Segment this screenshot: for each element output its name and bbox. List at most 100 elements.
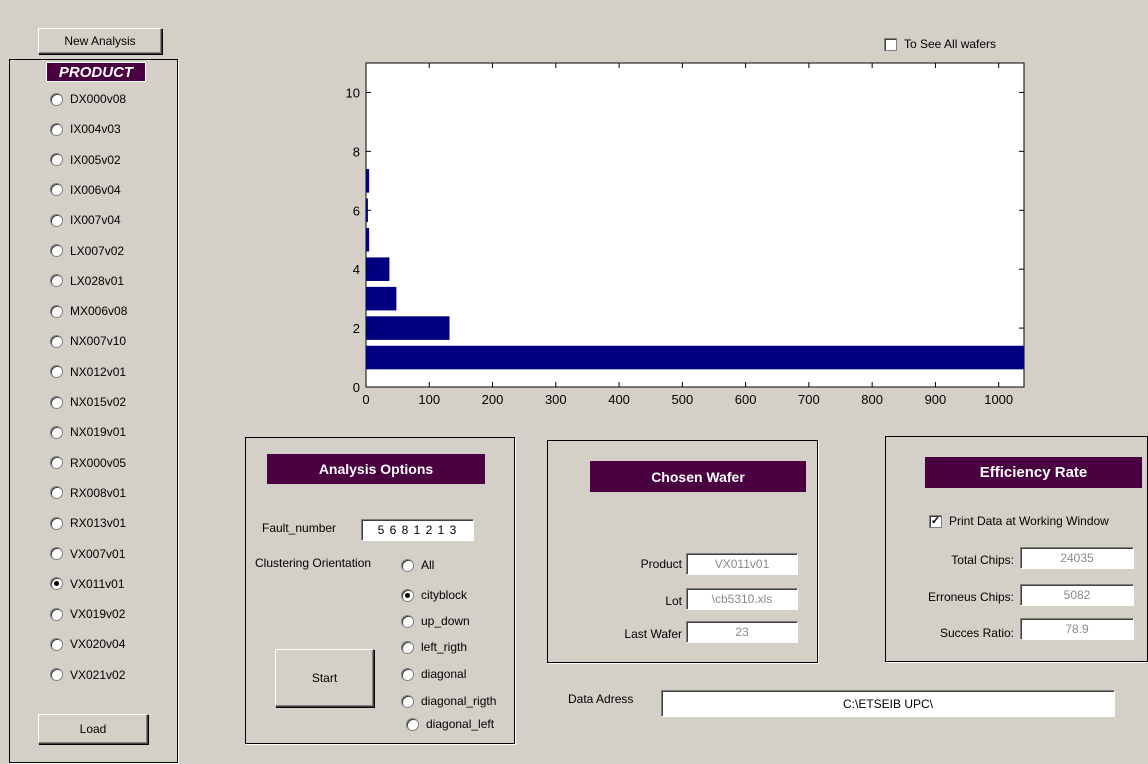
radio-button[interactable]	[401, 667, 414, 681]
y-tick-label: 2	[353, 321, 360, 336]
product-radio-label: RX013v01	[70, 516, 127, 531]
clustering-radio-all[interactable]: All	[401, 558, 434, 572]
bar-2	[366, 316, 450, 340]
radio-button[interactable]	[50, 577, 63, 591]
print-data-checkbox[interactable]: ✓ Print Data at Working Window	[929, 514, 1109, 528]
product-radio-lx007v02[interactable]: LX007v02	[50, 244, 124, 258]
radio-button[interactable]	[50, 486, 63, 500]
radio-button[interactable]	[50, 547, 63, 560]
radio-button[interactable]	[50, 304, 63, 318]
product-radio-nx007v10[interactable]: NX007v10	[50, 334, 126, 348]
clustering-orientation-label: Clustering Orientation	[255, 556, 372, 570]
radio-button[interactable]	[50, 274, 63, 288]
succes-ratio-value: 78.9	[1065, 622, 1089, 636]
product-radio-vx019v02[interactable]: VX019v02	[50, 607, 125, 621]
clustering-radio-label: left_rigth	[421, 640, 468, 654]
lot-field[interactable]: \cb5310.xls	[686, 588, 798, 610]
product-radio-nx012v01[interactable]: NX012v01	[50, 365, 126, 379]
radio-button[interactable]	[50, 516, 63, 530]
bar-3	[366, 286, 397, 311]
analysis-options-title-text: Analysis Options	[318, 461, 434, 477]
see-all-wafers-checkbox[interactable]: To See All wafers	[884, 37, 996, 51]
radio-button[interactable]	[50, 213, 63, 227]
product-radio-vx011v01[interactable]: VX011v01	[50, 577, 125, 591]
data-address-value: C:\ETSEIB UPC\	[842, 696, 934, 711]
product-radio-label: VX019v02	[70, 607, 126, 622]
product-radio-label: NX012v01	[70, 364, 127, 379]
product-radio-ix006v04[interactable]: IX006v04	[50, 183, 121, 197]
see-all-checkbox-box[interactable]	[884, 37, 897, 51]
product-radio-lx028v01[interactable]: LX028v01	[50, 274, 124, 288]
y-tick-label: 4	[353, 262, 360, 277]
clustering-radio-left-rigth[interactable]: left_rigth	[401, 640, 467, 654]
radio-button[interactable]	[50, 395, 63, 409]
x-tick-label: 1000	[984, 392, 1013, 407]
fault-number-label: Fault_number	[262, 521, 337, 535]
x-tick-label: 300	[545, 392, 567, 407]
product-radio-nx019v01[interactable]: NX019v01	[50, 425, 126, 439]
clustering-radio-cityblock[interactable]: cityblock	[401, 588, 467, 602]
radio-button[interactable]	[50, 365, 63, 379]
bar-5	[366, 227, 370, 252]
radio-button[interactable]	[401, 640, 414, 654]
product-radio-vx020v04[interactable]: VX020v04	[50, 637, 125, 651]
succes-ratio-field[interactable]: 78.9	[1020, 618, 1134, 640]
product-field[interactable]: VX011v01	[686, 553, 798, 575]
clustering-radio-diagonal[interactable]: diagonal	[401, 667, 466, 681]
radio-button[interactable]	[50, 456, 63, 470]
last-wafer-field[interactable]: 23	[686, 621, 798, 643]
radio-button[interactable]	[50, 122, 63, 136]
product-radio-mx006v08[interactable]: MX006v08	[50, 304, 127, 318]
product-radio-dx000v08[interactable]: DX000v08	[50, 92, 126, 106]
product-radio-label: MX006v08	[70, 304, 128, 319]
total-chips-value: 24035	[1060, 551, 1094, 565]
radio-button[interactable]	[50, 183, 63, 197]
radio-button[interactable]	[401, 558, 414, 572]
radio-button[interactable]	[50, 425, 63, 439]
load-label: Load	[79, 722, 107, 736]
radio-button[interactable]	[50, 637, 63, 651]
fault-bar-chart: 0 100 200 300 400 500 600 700 800 900 1000 0 2 4 6 8 10	[346, 62, 1025, 407]
radio-button[interactable]	[401, 588, 414, 602]
fault-number-value: 5 6 8 1 2 1 3	[377, 523, 458, 537]
radio-button[interactable]	[50, 244, 63, 257]
radio-button[interactable]	[401, 614, 414, 628]
product-radio-rx013v01[interactable]: RX013v01	[50, 516, 126, 530]
load-button[interactable]: Load	[38, 714, 148, 744]
product-radio-label: NX007v10	[70, 334, 127, 349]
x-tick-label: 0	[362, 392, 369, 407]
product-radio-vx021v02[interactable]: VX021v02	[50, 668, 125, 682]
clustering-radio-diagonal-left[interactable]: diagonal_left	[406, 717, 494, 731]
clustering-radio-up-down[interactable]: up_down	[401, 614, 470, 628]
product-radio-nx015v02[interactable]: NX015v02	[50, 395, 126, 409]
erroneus-chips-field[interactable]: 5082	[1020, 584, 1134, 606]
radio-button[interactable]	[50, 607, 63, 621]
last-wafer-value: 23	[735, 625, 749, 639]
radio-button[interactable]	[50, 334, 63, 348]
total-chips-field[interactable]: 24035	[1020, 547, 1134, 569]
product-radio-ix007v04[interactable]: IX007v04	[50, 213, 121, 227]
y-tick-label: 8	[353, 144, 360, 159]
product-radio-rx000v05[interactable]: RX000v05	[50, 456, 126, 470]
clustering-radio-label: All	[421, 558, 435, 572]
radio-button[interactable]	[401, 694, 414, 708]
clustering-radio-diagonal-rigth[interactable]: diagonal_rigth	[401, 694, 496, 708]
radio-button[interactable]	[50, 668, 63, 682]
product-radio-ix004v03[interactable]: IX004v03	[50, 122, 121, 136]
new-analysis-button[interactable]: New Analysis	[38, 28, 162, 54]
product-radio-rx008v01[interactable]: RX008v01	[50, 486, 126, 500]
x-tick-label: 700	[798, 392, 820, 407]
print-data-checkbox-box[interactable]: ✓	[929, 514, 942, 528]
radio-button[interactable]	[50, 92, 63, 106]
radio-button[interactable]	[50, 153, 63, 167]
lot-value: \cb5310.xls	[711, 592, 773, 606]
x-tick-label: 500	[671, 392, 693, 407]
erroneus-chips-value: 5082	[1063, 588, 1091, 602]
data-address-field[interactable]: C:\ETSEIB UPC\	[661, 690, 1115, 717]
fault-number-field[interactable]: 5 6 8 1 2 1 3	[361, 519, 474, 541]
x-tick-label: 100	[418, 392, 440, 407]
product-radio-vx007v01[interactable]: VX007v01	[50, 547, 125, 561]
radio-button[interactable]	[406, 717, 419, 731]
start-button[interactable]: Start	[275, 649, 374, 707]
product-radio-ix005v02[interactable]: IX005v02	[50, 153, 121, 167]
